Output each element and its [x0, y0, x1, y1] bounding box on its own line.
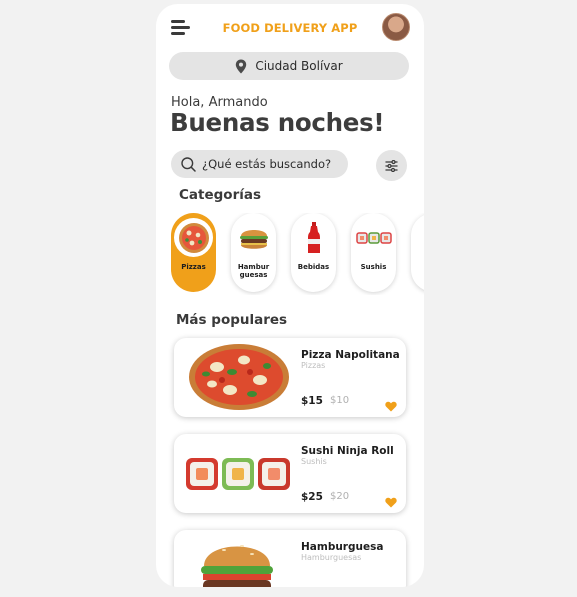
- product-category: Hamburguesas: [301, 553, 362, 562]
- product-old-price: $20: [330, 491, 350, 502]
- product-old-price: $10: [330, 395, 350, 406]
- heart-icon[interactable]: [385, 401, 397, 412]
- pizza-icon: [174, 218, 213, 257]
- pizza-image: [189, 344, 289, 410]
- category-label: Hambur guesas: [237, 263, 270, 279]
- heart-icon[interactable]: [385, 497, 397, 508]
- app-title: FOOD DELIVERY APP: [222, 21, 358, 35]
- product-price: $25: [301, 491, 323, 503]
- category-pizzas[interactable]: Pizzas: [171, 213, 216, 292]
- app-screen: FOOD DELIVERY APP Ciudad Bolívar Hola, A…: [156, 4, 424, 587]
- category-partial[interactable]: P: [411, 213, 424, 292]
- category-label: Pizzas: [181, 263, 206, 271]
- category-list: Pizzas Hambur guesas Bebidas Sushis: [171, 213, 424, 295]
- sushi-icon: [354, 218, 393, 257]
- sliders-icon: [385, 159, 398, 172]
- product-category: Sushis: [301, 457, 327, 466]
- product-card[interactable]: Hamburguesa Hamburguesas: [174, 530, 406, 587]
- page-title: Buenas noches!: [170, 108, 385, 137]
- category-label: Sushis: [360, 263, 387, 271]
- location-selector[interactable]: Ciudad Bolívar: [169, 52, 409, 80]
- category-label: P: [411, 263, 424, 271]
- categories-heading: Categorías: [179, 187, 261, 203]
- sushi-image: [186, 458, 290, 490]
- soda-bottle-icon: [294, 218, 333, 257]
- avatar[interactable]: [382, 13, 410, 41]
- category-label: Bebidas: [297, 263, 330, 271]
- search-input[interactable]: [202, 157, 347, 171]
- popular-heading: Más populares: [176, 312, 288, 328]
- search-icon: [181, 156, 196, 172]
- burger-icon: [234, 218, 273, 257]
- product-category: Pizzas: [301, 361, 326, 370]
- product-card[interactable]: Sushi Ninja Roll Sushis $25 $20: [174, 434, 406, 513]
- search-bar[interactable]: [171, 150, 348, 178]
- location-label: Ciudad Bolívar: [255, 59, 343, 73]
- category-hamburguesas[interactable]: Hambur guesas: [231, 213, 276, 292]
- food-icon: [414, 218, 424, 257]
- menu-icon[interactable]: [171, 19, 191, 35]
- category-sushis[interactable]: Sushis: [351, 213, 396, 292]
- filter-button[interactable]: [376, 150, 407, 181]
- product-name: Hamburguesa: [301, 541, 384, 553]
- product-name: Pizza Napolitana: [301, 349, 400, 361]
- category-bebidas[interactable]: Bebidas: [291, 213, 336, 292]
- product-name: Sushi Ninja Roll: [301, 445, 394, 457]
- location-pin-icon: [236, 59, 247, 73]
- product-card[interactable]: Pizza Napolitana Pizzas $15 $10: [174, 338, 406, 417]
- burger-image: [201, 545, 273, 587]
- product-price: $15: [301, 395, 323, 407]
